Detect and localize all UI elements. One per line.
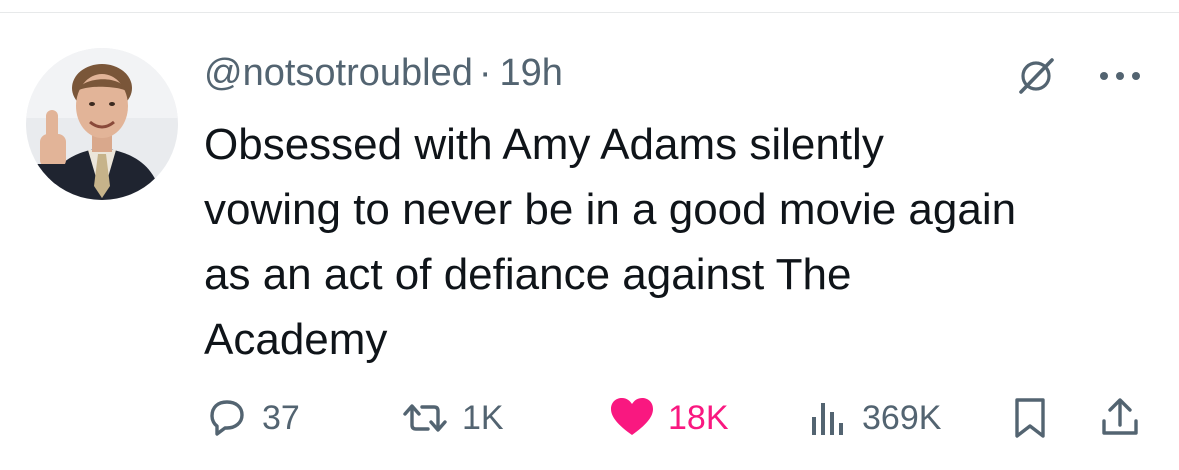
grok-icon[interactable] (1016, 56, 1056, 96)
views-button[interactable]: 369K (806, 390, 941, 446)
heart-icon (611, 398, 653, 435)
header-separator: · (478, 51, 492, 94)
reply-button[interactable]: 37 (204, 390, 300, 446)
like-count: 18K (668, 398, 729, 437)
tweet-text: Obsessed with Amy Adams silently vowing … (204, 112, 1154, 372)
action-bar: 37 1K 18K 369K (0, 390, 1179, 446)
bookmark-button[interactable] (1010, 390, 1050, 446)
tweet-text-line: Obsessed with Amy Adams silently (204, 120, 884, 169)
author-handle[interactable]: @notsotroubled (204, 52, 473, 95)
more-icon[interactable] (1096, 62, 1144, 90)
top-divider (0, 12, 1179, 13)
share-button[interactable] (1098, 390, 1142, 446)
like-button[interactable]: 18K (608, 390, 729, 446)
repost-icon (403, 404, 447, 432)
share-icon (1102, 398, 1138, 435)
repost-count: 1K (462, 398, 504, 437)
tweet-text-line: as an act of defiance against The (204, 250, 852, 299)
reply-icon (210, 400, 244, 436)
repost-button[interactable]: 1K (400, 390, 504, 446)
tweet-text-line: Academy (204, 315, 388, 364)
tweet-timestamp[interactable]: 19h (500, 52, 563, 95)
reply-count: 37 (262, 398, 300, 437)
tweet-text-line: vowing to never be in a good movie again (204, 185, 1017, 234)
bookmark-icon (1015, 398, 1045, 438)
tweet-header: @notsotroubled · 19h (204, 50, 563, 96)
avatar[interactable] (26, 48, 178, 200)
views-count: 369K (862, 398, 942, 437)
views-icon (812, 403, 843, 435)
avatar-image (26, 48, 178, 200)
